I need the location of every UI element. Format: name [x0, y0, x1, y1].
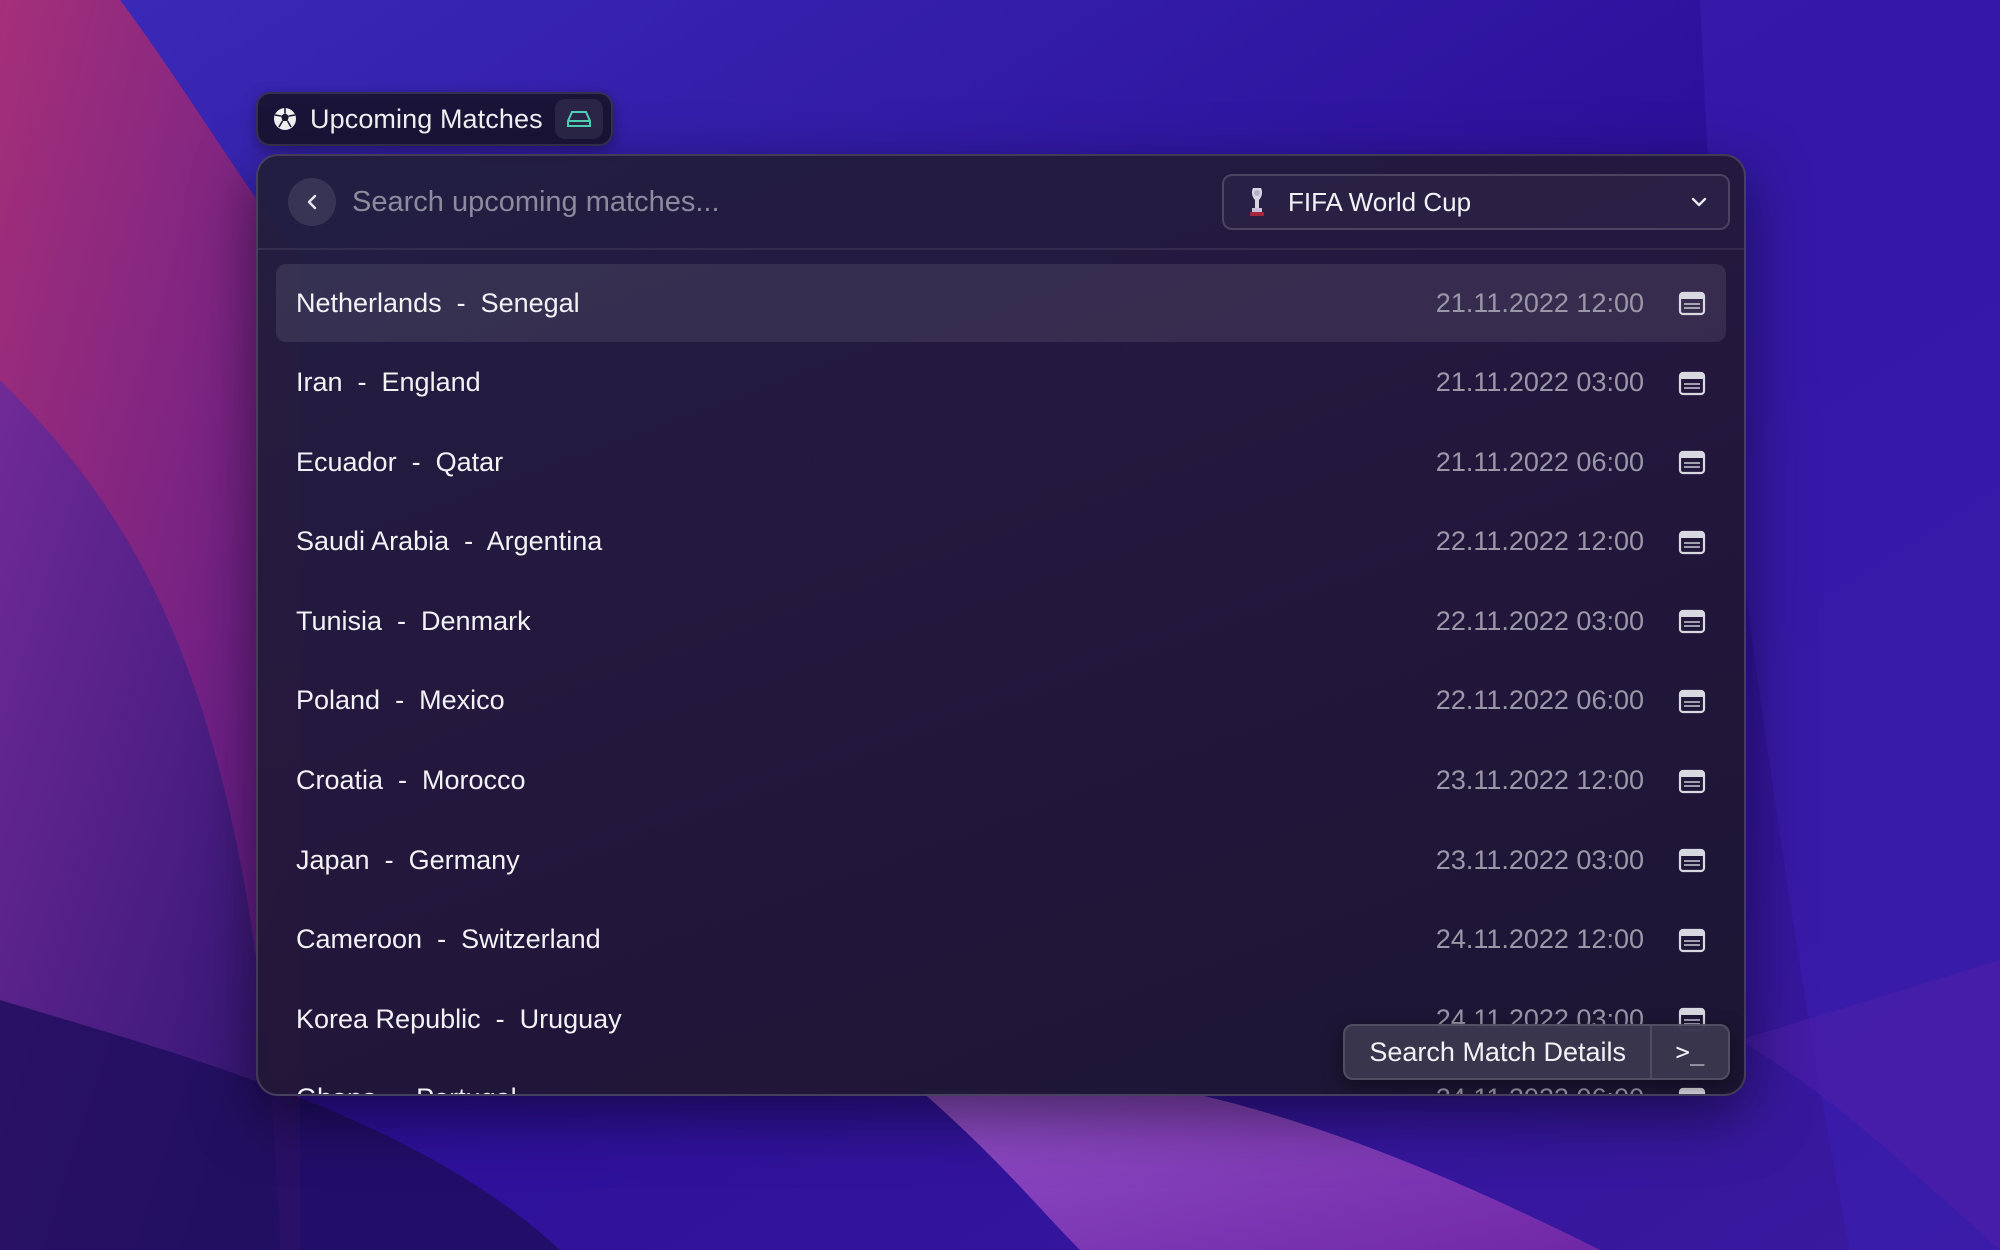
terminal-icon-button[interactable]: >_	[1650, 1026, 1728, 1078]
drive-icon	[566, 111, 591, 127]
extension-title: Upcoming Matches	[310, 103, 543, 134]
match-date: 21.11.2022 12:00	[1435, 287, 1644, 318]
trophy-icon	[1250, 188, 1264, 216]
match-row[interactable]: Tunisia - Denmark 22.11.2022 03:00	[276, 582, 1726, 660]
away-team: Portugal	[416, 1083, 517, 1094]
match-teams: Iran - England	[296, 367, 1436, 398]
calendar-icon[interactable]	[1678, 847, 1706, 873]
search-bar: FIFA World Cup	[258, 156, 1744, 250]
match-date: 23.11.2022 12:00	[1435, 765, 1644, 796]
home-team: Korea Republic	[296, 1003, 481, 1034]
match-row[interactable]: Saudi Arabia - Argentina 22.11.2022 12:00	[276, 503, 1726, 581]
match-teams: Japan - Germany	[296, 845, 1436, 876]
team-separator: -	[377, 1083, 416, 1094]
away-team: Denmark	[421, 605, 531, 636]
calendar-icon[interactable]	[1678, 290, 1706, 316]
match-teams: Ghana - Portugal	[296, 1083, 1436, 1094]
match-teams: Croatia - Morocco	[296, 765, 1436, 796]
team-separator: -	[449, 526, 487, 557]
back-button[interactable]	[288, 178, 336, 226]
team-separator: -	[342, 367, 382, 398]
home-team: Ghana	[296, 1083, 377, 1094]
calendar-icon[interactable]	[1678, 1086, 1706, 1096]
match-date: 21.11.2022 03:00	[1435, 367, 1644, 398]
raycast-window: FIFA World Cup Netherlands - Senegal21.1…	[256, 154, 1746, 1096]
away-team: Morocco	[422, 765, 526, 796]
search-match-details-button[interactable]: Search Match Details	[1345, 1026, 1650, 1078]
calendar-icon[interactable]	[1678, 529, 1706, 555]
home-team: Iran	[296, 367, 343, 398]
team-separator: -	[383, 765, 423, 796]
home-team: Tunisia	[296, 605, 383, 636]
match-date: 21.11.2022 06:00	[1435, 446, 1644, 477]
match-teams: Netherlands - Senegal	[296, 288, 1436, 319]
home-team: Ecuador	[296, 446, 397, 477]
competition-selected: FIFA World Cup	[1288, 186, 1472, 217]
match-row[interactable]: Ecuador - Qatar 21.11.2022 06:00	[276, 423, 1726, 501]
away-team: Switzerland	[461, 924, 601, 955]
competition-dropdown[interactable]: FIFA World Cup	[1222, 174, 1730, 230]
match-date: 24.11.2022 12:00	[1435, 924, 1644, 955]
calendar-icon[interactable]	[1678, 608, 1706, 634]
away-team: Uruguay	[519, 1003, 622, 1034]
chevron-left-icon	[307, 194, 317, 210]
team-separator: -	[422, 924, 462, 955]
match-teams: Poland - Mexico	[296, 685, 1436, 716]
calendar-icon[interactable]	[1678, 688, 1706, 714]
home-team: Croatia	[296, 765, 384, 796]
team-separator: -	[369, 844, 409, 875]
home-team: Japan	[296, 844, 370, 875]
away-team: Senegal	[480, 287, 580, 318]
match-row[interactable]: Netherlands - Senegal 21.11.2022 12:00	[276, 264, 1726, 342]
match-teams: Korea Republic - Uruguay	[296, 1004, 1436, 1035]
team-separator: -	[380, 685, 420, 716]
match-row[interactable]: Iran - England 21.11.2022 03:00	[276, 344, 1726, 422]
away-team: Argentina	[486, 526, 603, 557]
calendar-icon[interactable]	[1678, 449, 1706, 475]
team-separator: -	[396, 446, 436, 477]
calendar-icon[interactable]	[1678, 370, 1706, 396]
away-team: Germany	[408, 844, 520, 875]
team-separator: -	[480, 1003, 520, 1034]
match-date: 22.11.2022 12:00	[1435, 526, 1644, 557]
team-separator: -	[441, 287, 481, 318]
away-team: Mexico	[419, 685, 505, 716]
search-input[interactable]	[352, 185, 1222, 219]
away-team: England	[381, 367, 481, 398]
match-teams: Cameroon - Switzerland	[296, 924, 1436, 955]
calendar-icon[interactable]	[1678, 768, 1706, 794]
match-teams: Tunisia - Denmark	[296, 606, 1436, 637]
match-teams: Saudi Arabia - Argentina	[296, 526, 1436, 557]
match-date: 22.11.2022 06:00	[1435, 685, 1644, 716]
away-team: Qatar	[435, 446, 504, 477]
match-date: 22.11.2022 03:00	[1435, 605, 1644, 636]
match-list: Netherlands - Senegal 21.11.2022 12:00 Ira…	[258, 250, 1744, 1096]
drive-icon-badge[interactable]	[554, 99, 603, 139]
match-row[interactable]: Croatia - Morocco 23.11.2022 12:00	[276, 742, 1726, 820]
match-row[interactable]: Japan - Germany 23.11.2022 03:00	[276, 821, 1726, 899]
action-bar: Search Match Details >_	[1343, 1024, 1730, 1080]
home-team: Poland	[296, 685, 381, 716]
match-row[interactable]: Poland - Mexico 22.11.2022 06:00	[276, 662, 1726, 740]
match-date: 23.11.2022 03:00	[1435, 844, 1644, 875]
match-teams: Ecuador - Qatar	[296, 447, 1436, 478]
chevron-down-icon	[1691, 197, 1707, 207]
calendar-icon[interactable]	[1678, 927, 1706, 953]
home-team: Cameroon	[296, 924, 423, 955]
team-separator: -	[382, 605, 422, 636]
soccer-ball-icon	[274, 108, 296, 130]
home-team: Saudi Arabia	[296, 526, 450, 557]
extension-title-chip: Upcoming Matches	[256, 92, 613, 146]
match-row[interactable]: Cameroon - Switzerland 24.11.2022 12:00	[276, 901, 1726, 979]
match-date: 24.11.2022 06:00	[1436, 1083, 1644, 1094]
home-team: Netherlands	[296, 287, 442, 318]
